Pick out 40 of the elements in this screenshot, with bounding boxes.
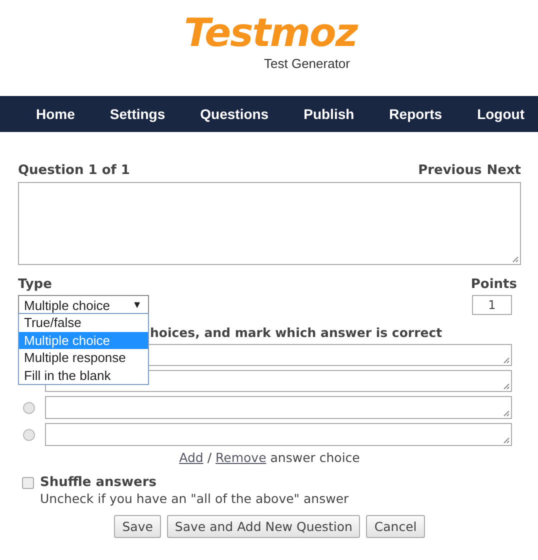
radio-button[interactable]: [23, 402, 35, 414]
resize-grip-icon[interactable]: [502, 436, 510, 444]
nav-link[interactable]: Logout: [477, 106, 538, 122]
type-label: Type: [18, 277, 52, 293]
logo: Testmoz: [184, 12, 358, 56]
nav-link[interactable]: Settings: [110, 106, 184, 122]
radio-button[interactable]: [23, 428, 35, 440]
resize-grip-icon[interactable]: [502, 356, 510, 364]
resize-grip-icon[interactable]: [502, 409, 510, 417]
caret-icon: ▼: [132, 300, 142, 310]
answer-choice-text: answer choice: [270, 450, 360, 465]
type-select[interactable]: Multiple choice ▼: [18, 295, 149, 315]
form-button[interactable]: Save: [114, 515, 161, 538]
answer-field[interactable]: [45, 423, 512, 446]
resize-grip-icon[interactable]: [511, 255, 519, 263]
dropdown-option[interactable]: Fill in the blank: [19, 366, 148, 384]
dropdown-option[interactable]: Multiple response: [19, 349, 148, 366]
question-heading: Question 1 of 1: [18, 163, 130, 179]
shuffle-checkbox[interactable]: [22, 477, 34, 489]
form-button[interactable]: Save and Add New Question: [166, 515, 360, 538]
form-button[interactable]: Cancel: [366, 515, 425, 538]
tagline: Test Generator: [264, 56, 350, 71]
question-text-field[interactable]: [18, 182, 521, 265]
dropdown-option[interactable]: True/false: [19, 314, 148, 332]
points-field[interactable]: 1: [472, 295, 512, 315]
answer-field[interactable]: [45, 396, 512, 419]
next-link[interactable]: Next: [486, 163, 521, 179]
nav-link[interactable]: Questions: [200, 106, 287, 122]
nav-link[interactable]: Publish: [304, 106, 372, 122]
shuffle-hint: Uncheck if you have an "all of the above" answer: [40, 491, 349, 507]
points-label: Points: [470, 277, 517, 293]
nav-link[interactable]: Home: [36, 106, 93, 122]
remove-link[interactable]: Remove: [216, 450, 266, 465]
resize-grip-icon[interactable]: [502, 382, 510, 390]
shuffle-label: Shuffle answers: [40, 475, 158, 491]
separator-text: /: [207, 450, 212, 465]
nav-link[interactable]: Reports: [389, 106, 460, 122]
previous-link[interactable]: Previous: [418, 163, 482, 179]
instruction-text: hoices, and mark which answer is correct: [150, 325, 444, 341]
add-link[interactable]: Add: [179, 450, 204, 465]
